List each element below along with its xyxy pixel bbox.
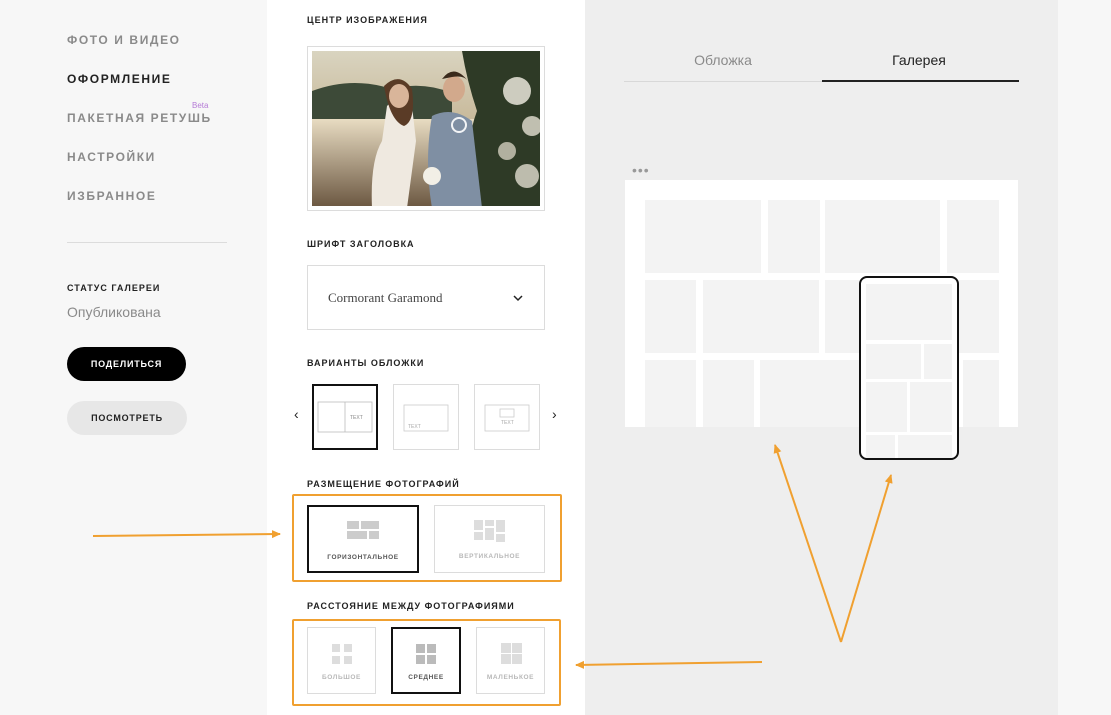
cover-photo[interactable] (312, 51, 540, 206)
chevron-right-icon[interactable]: › (552, 406, 557, 422)
cover-variant-3[interactable]: TEXT (474, 384, 540, 450)
spacing-highlight-box (292, 619, 561, 706)
image-center-handle[interactable] (451, 117, 467, 133)
sidebar-divider (67, 242, 227, 243)
cover-photo-frame[interactable] (307, 46, 545, 211)
tab-gallery[interactable]: Галерея (859, 52, 979, 68)
desktop-preview (625, 180, 1018, 427)
font-dropdown[interactable]: Cormorant Garamond (307, 265, 545, 330)
cover-variant-1-text: TEXT (350, 415, 363, 421)
sidebar-item-favorites[interactable]: ИЗБРАННОЕ (67, 189, 156, 203)
cover-variant-3-text: TEXT (501, 420, 514, 426)
mobile-preview (859, 276, 959, 460)
gallery-status-label: СТАТУС ГАЛЕРЕИ (67, 283, 161, 293)
cover-variant-1[interactable]: TEXT (312, 384, 378, 450)
gallery-status-value: Опубликована (67, 304, 161, 320)
view-button[interactable]: ПОСМОТРЕТЬ (67, 401, 187, 435)
sidebar-item-design[interactable]: ОФОРМЛЕНИЕ (67, 72, 171, 86)
sidebar-item-batch-retouch[interactable]: ПАКЕТНАЯ РЕТУШЬ (67, 111, 212, 125)
design-panel: ЦЕНТР ИЗОБРАЖЕНИЯ ШРИФТ ЗАГОЛОВКА Cormor… (267, 0, 585, 715)
cover-variant-2[interactable]: TEXT (393, 384, 459, 450)
layout-highlight-box (292, 494, 562, 582)
chevron-left-icon[interactable]: ‹ (294, 406, 299, 422)
cover-variants-title: ВАРИАНТЫ ОБЛОЖКИ (307, 358, 425, 368)
cover-variant-2-text: TEXT (408, 424, 421, 430)
active-tab-indicator (822, 80, 1019, 82)
font-title: ШРИФТ ЗАГОЛОВКА (307, 239, 415, 249)
chevron-down-icon (513, 295, 523, 302)
sidebar-item-photo-video[interactable]: ФОТО И ВИДЕО (67, 33, 181, 47)
image-center-title: ЦЕНТР ИЗОБРАЖЕНИЯ (307, 15, 428, 25)
right-margin (1058, 0, 1111, 715)
share-button[interactable]: ПОДЕЛИТЬСЯ (67, 347, 186, 381)
wedding-couple-photo (312, 51, 540, 206)
sidebar: ФОТО И ВИДЕО ОФОРМЛЕНИЕ ПАКЕТНАЯ РЕТУШЬ … (0, 0, 267, 715)
font-dropdown-value: Cormorant Garamond (328, 289, 443, 305)
beta-badge: Beta (192, 101, 209, 110)
photo-spacing-title: РАССТОЯНИЕ МЕЖДУ ФОТОГРАФИЯМИ (307, 601, 515, 611)
sidebar-item-settings[interactable]: НАСТРОЙКИ (67, 150, 156, 164)
more-options-icon[interactable]: ••• (632, 162, 650, 178)
tab-cover[interactable]: Обложка (663, 52, 783, 68)
photo-layout-title: РАЗМЕЩЕНИЕ ФОТОГРАФИЙ (307, 479, 460, 489)
